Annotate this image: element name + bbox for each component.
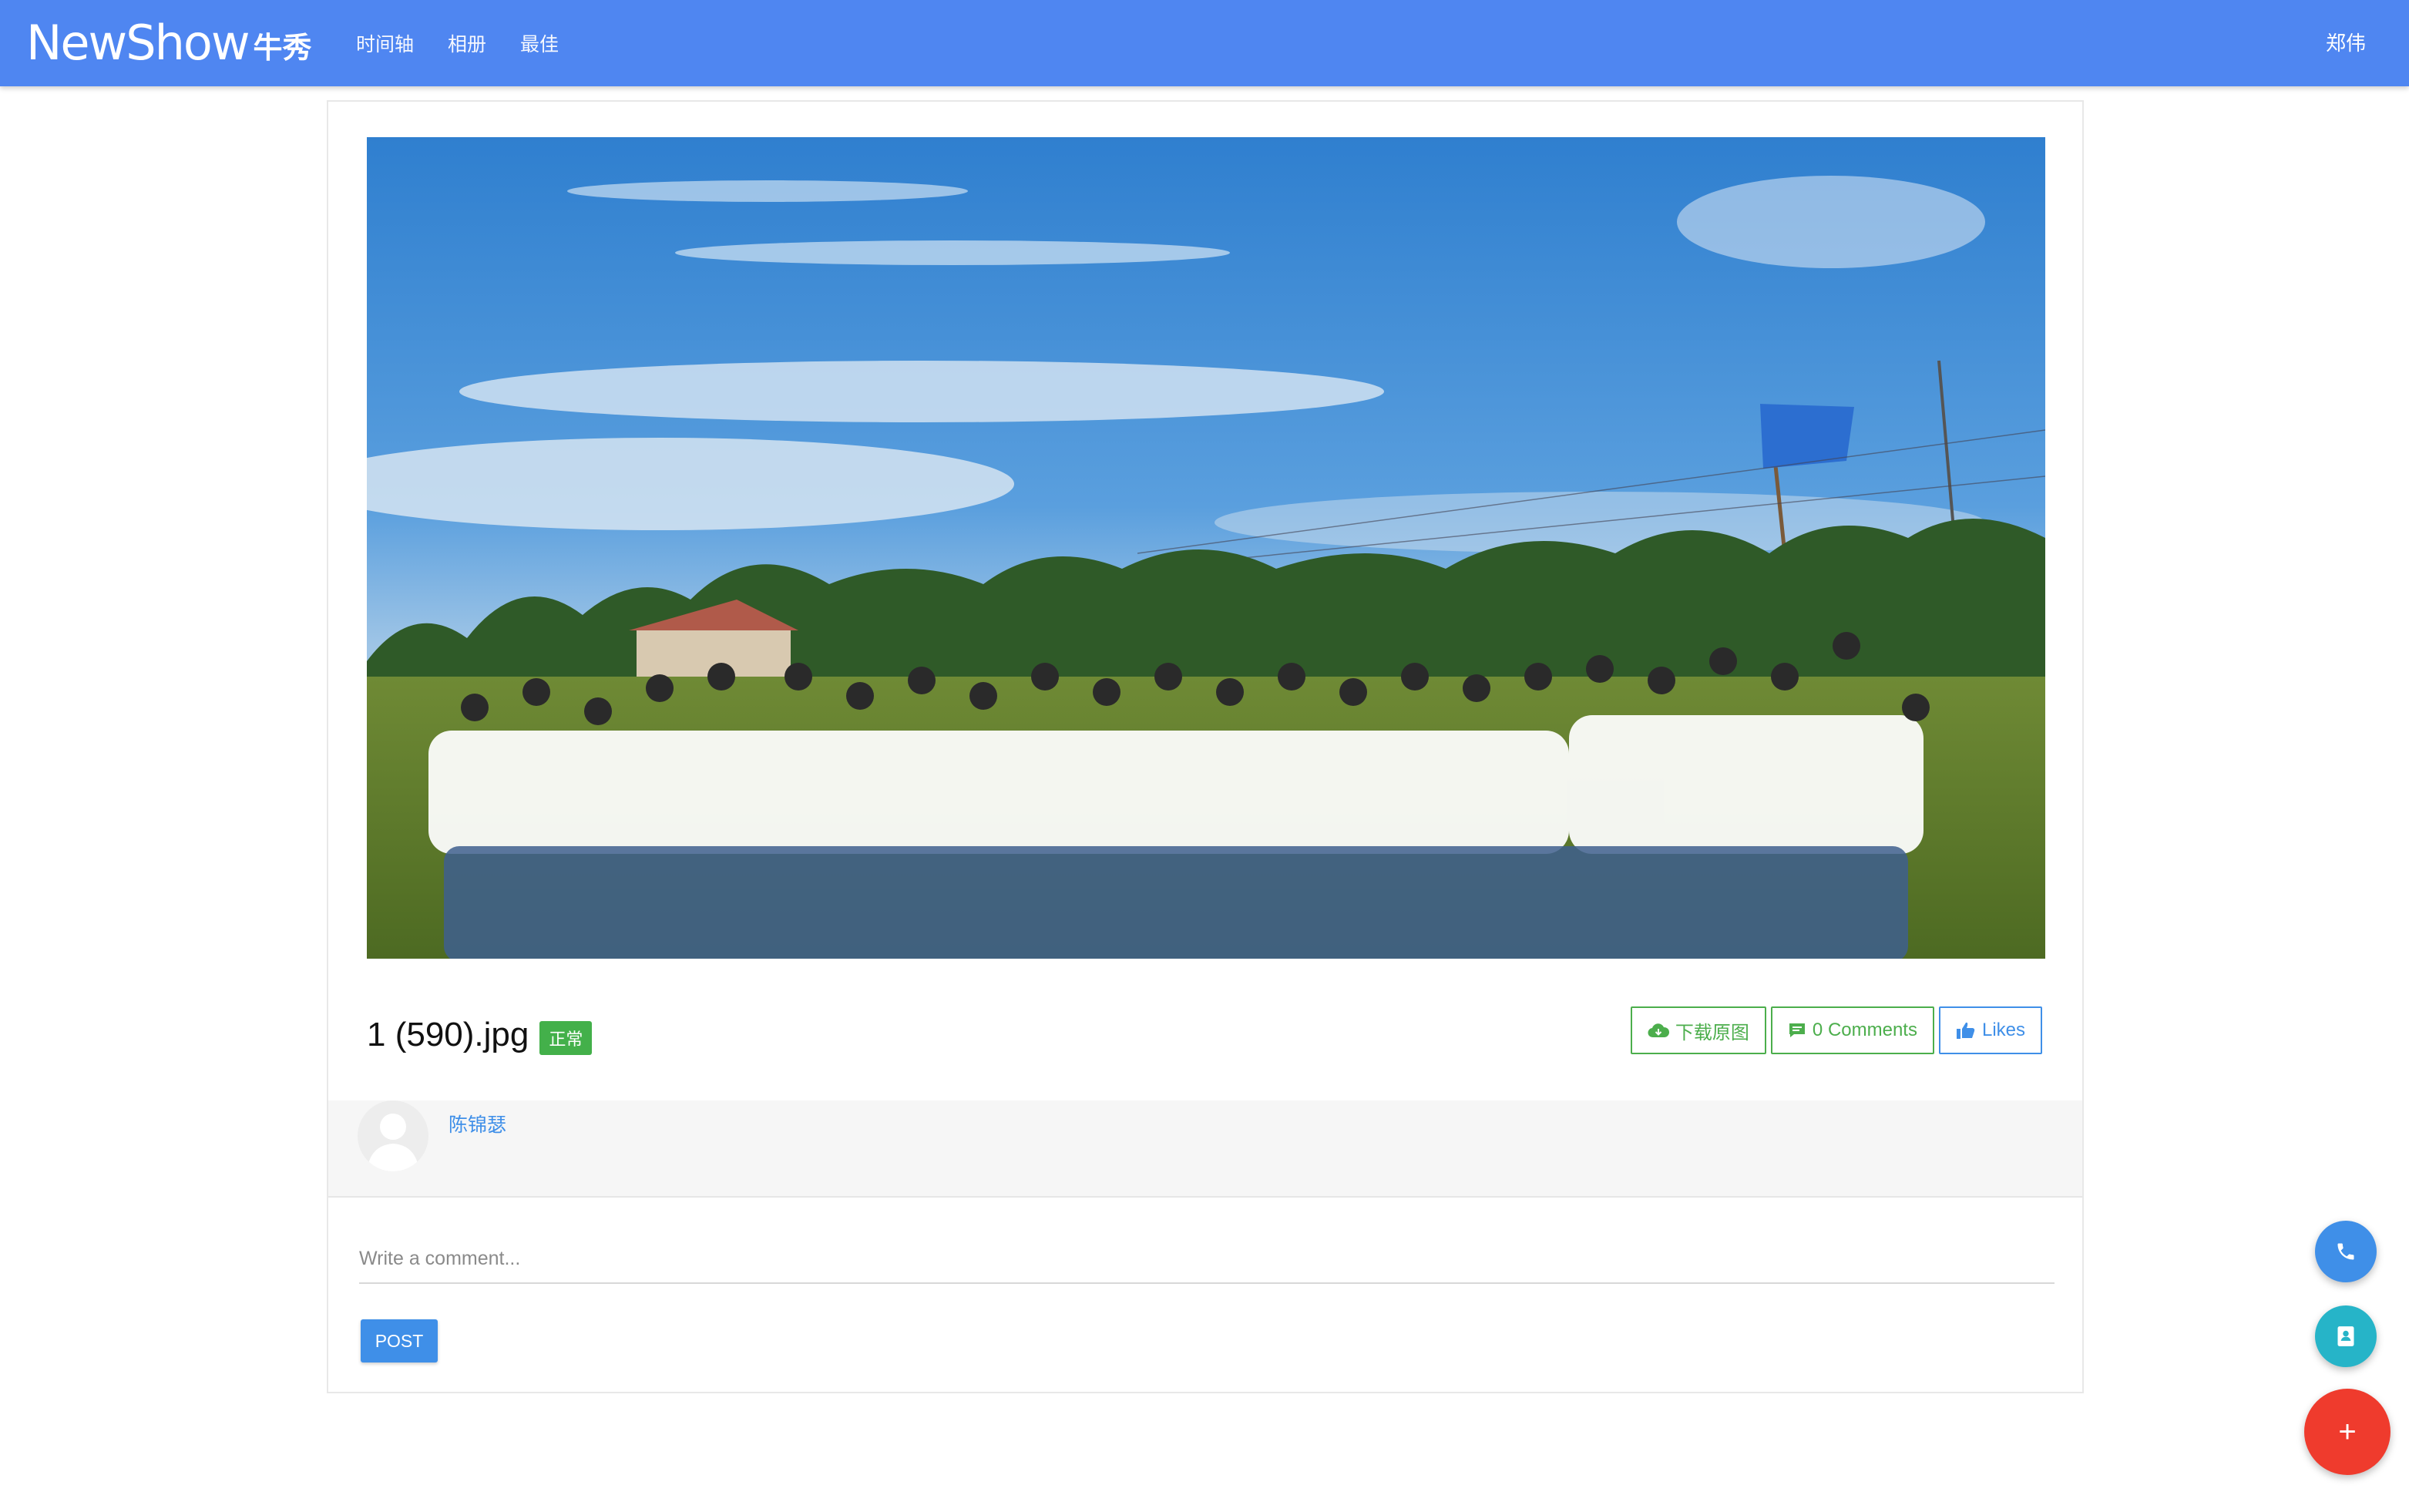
thumbs-up-icon [1956, 1022, 1975, 1039]
current-user-menu[interactable]: 郑伟 [2326, 0, 2366, 86]
main-photo[interactable] [367, 137, 2045, 959]
likes-button[interactable]: Likes [1938, 1006, 2042, 1054]
phone-fab[interactable] [2315, 1221, 2377, 1282]
download-original-button[interactable]: 下载原图 [1630, 1006, 1766, 1054]
top-navbar: NewShow 牛秀 时间轴 相册 最佳 郑伟 [0, 0, 2409, 86]
photo-actions: 下载原图 0 Comments Likes [1626, 1006, 2042, 1054]
plus-icon: + [2338, 1414, 2357, 1449]
comment-icon [1789, 1023, 1805, 1037]
download-label: 下载原图 [1675, 1022, 1749, 1043]
logo-text-cn: 牛秀 [253, 32, 312, 65]
photo-detail-card: 1 (590).jpg 正常 下载原图 0 Comments Likes 陈锦瑟… [327, 100, 2084, 1393]
likes-label: Likes [1981, 1020, 2025, 1040]
default-avatar-icon [367, 1114, 419, 1171]
group-photo-image [367, 137, 2045, 959]
photo-file-name: 1 (590).jpg [367, 1016, 529, 1053]
app-logo[interactable]: NewShow 牛秀 [26, 11, 312, 76]
contact-book-icon [2337, 1326, 2354, 1346]
contacts-fab[interactable] [2315, 1305, 2377, 1367]
author-avatar[interactable] [358, 1100, 428, 1171]
add-fab[interactable]: + [2304, 1389, 2391, 1475]
author-row: 陈锦瑟 [328, 1100, 2082, 1198]
logo-text-en: NewShow [26, 15, 250, 71]
phone-icon [2337, 1243, 2354, 1260]
photo-title-row: 1 (590).jpg 正常 [367, 1008, 593, 1062]
post-comment-button[interactable]: POST [361, 1319, 438, 1362]
nav-item-timeline[interactable]: 时间轴 [356, 29, 414, 57]
comments-label: 0 Comments [1812, 1020, 1917, 1040]
cloud-download-icon [1648, 1023, 1669, 1038]
nav-item-best[interactable]: 最佳 [520, 29, 559, 57]
main-nav: 时间轴 相册 最佳 [356, 0, 593, 86]
nav-item-albums[interactable]: 相册 [448, 29, 486, 57]
author-name-link[interactable]: 陈锦瑟 [449, 1110, 506, 1137]
comments-button[interactable]: 0 Comments [1770, 1006, 1934, 1054]
comment-input[interactable] [359, 1235, 2055, 1284]
status-badge: 正常 [539, 1021, 593, 1055]
